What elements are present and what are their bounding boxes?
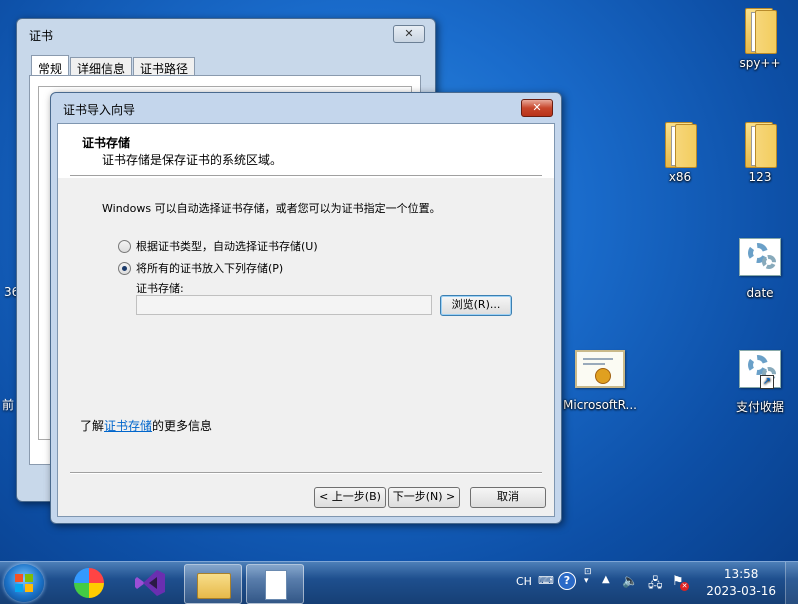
- close-button[interactable]: ✕: [521, 99, 553, 117]
- taskbar-chrome[interactable]: [62, 564, 118, 602]
- desktop-icon-spy[interactable]: spy++: [720, 6, 798, 70]
- certificate-window-titlebar[interactable]: 证书 ✕: [17, 19, 435, 49]
- taskbar-explorer[interactable]: [184, 564, 242, 604]
- volume-icon[interactable]: 🔈: [622, 574, 638, 589]
- folder-icon: [745, 120, 777, 168]
- cancel-button[interactable]: 取消: [470, 487, 546, 508]
- shortcut-arrow-icon: ↗: [760, 375, 774, 389]
- window-title: 证书: [29, 29, 54, 43]
- desktop-icon-label: 123: [748, 170, 772, 184]
- system-clock[interactable]: 13:58 2023-03-16: [706, 566, 776, 600]
- folder-icon: [197, 573, 231, 599]
- start-button[interactable]: [4, 564, 44, 602]
- gear-file-icon: ↗: [739, 350, 781, 389]
- desktop-icon-123[interactable]: 123: [720, 120, 798, 184]
- desktop-fragment-text: 前: [2, 398, 15, 412]
- learn-more: 了解证书存储的更多信息: [80, 417, 212, 434]
- desktop-icon-label: date: [746, 286, 774, 300]
- back-button[interactable]: < 上一步(B): [314, 487, 386, 508]
- page-title: 证书存储: [82, 136, 131, 150]
- window-title: 证书导入向导: [63, 103, 136, 117]
- radio-place-in-store[interactable]: 将所有的证书放入下列存储(P): [118, 260, 283, 276]
- show-desktop-button[interactable]: [785, 562, 798, 604]
- taskbar: CH ⌨ ? ⊡ ▾ ▲ 🔈 🖧 ⚑ ✕ 13:58 2023-03-16: [0, 561, 798, 604]
- wizard-body: 证书存储 证书存储是保存证书的系统区域。 Windows 可以自动选择证书存储，…: [57, 123, 555, 517]
- radio-label: 将所有的证书放入下列存储(P): [136, 262, 284, 275]
- ime-options-icon[interactable]: ⊡ ▾: [584, 568, 592, 586]
- desktop-icon-label: 支付收据: [735, 400, 784, 414]
- footer-divider: [70, 472, 542, 474]
- desktop-icon-receipt[interactable]: ↗ 支付收据: [720, 350, 798, 415]
- cert-store-link[interactable]: 证书存储: [104, 419, 152, 433]
- clock-date: 2023-03-16: [706, 584, 776, 598]
- learn-suffix: 的更多信息: [152, 419, 213, 433]
- radio-label: 根据证书类型，自动选择证书存储(U): [136, 240, 318, 253]
- document-icon: [265, 570, 287, 600]
- action-center-error-icon: ✕: [680, 582, 689, 591]
- keyboard-icon[interactable]: ⌨: [538, 574, 554, 587]
- certificate-icon: [575, 350, 625, 388]
- import-wizard-dialog: 证书导入向导 ✕ 证书存储 证书存储是保存证书的系统区域。 Windows 可以…: [50, 92, 562, 524]
- wizard-header: 证书存储 证书存储是保存证书的系统区域。: [58, 124, 554, 178]
- desktop-icon-label: spy++: [739, 56, 781, 70]
- radio-button[interactable]: [118, 261, 131, 275]
- network-icon[interactable]: 🖧: [648, 574, 663, 596]
- taskbar-document[interactable]: [246, 564, 304, 604]
- clock-time: 13:58: [723, 567, 759, 581]
- radio-auto-select[interactable]: 根据证书类型，自动选择证书存储(U): [118, 238, 318, 254]
- desktop-icon-certificate[interactable]: MicrosoftR...: [560, 350, 640, 412]
- close-button[interactable]: ✕: [393, 25, 425, 43]
- folder-icon: [665, 120, 697, 168]
- header-divider: [70, 175, 542, 177]
- store-input[interactable]: [136, 295, 432, 315]
- desktop-icon-label: x86: [668, 170, 692, 184]
- windows-logo-icon: [15, 574, 33, 592]
- help-icon[interactable]: ?: [558, 572, 576, 590]
- gear-file-icon: [739, 238, 781, 276]
- pinwheel-app-icon: [74, 568, 104, 598]
- store-label: 证书存储:: [136, 282, 184, 295]
- language-indicator[interactable]: CH: [516, 575, 532, 588]
- folder-icon: [745, 6, 777, 54]
- visual-studio-icon: [135, 570, 165, 596]
- desktop-icon-label: MicrosoftR...: [563, 398, 637, 412]
- taskbar-visual-studio[interactable]: [122, 564, 178, 602]
- desktop-icon-x86[interactable]: x86: [640, 120, 720, 184]
- page-subtitle: 证书存储是保存证书的系统区域。: [102, 153, 283, 167]
- learn-prefix: 了解: [80, 419, 105, 433]
- desktop-icon-date[interactable]: date: [720, 238, 798, 300]
- intro-text: Windows 可以自动选择证书存储，或者您可以为证书指定一个位置。: [102, 202, 441, 215]
- next-button[interactable]: 下一步(N) >: [388, 487, 460, 508]
- radio-button[interactable]: [118, 239, 131, 253]
- wizard-titlebar[interactable]: 证书导入向导 ✕: [51, 93, 561, 123]
- show-hidden-icons-icon[interactable]: ▲: [602, 574, 610, 585]
- browse-button[interactable]: 浏览(R)...: [440, 295, 512, 316]
